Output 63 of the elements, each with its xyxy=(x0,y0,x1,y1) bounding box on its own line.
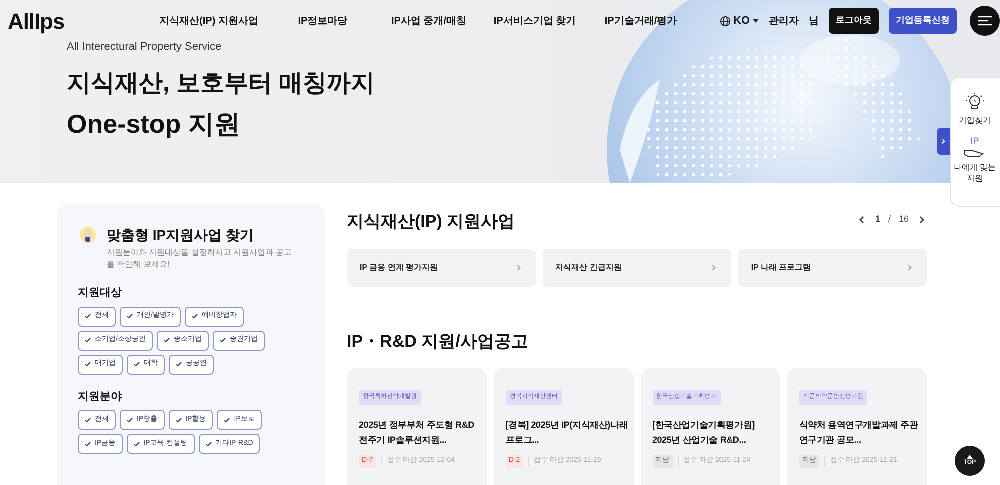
check-icon xyxy=(85,442,91,446)
section-title: IP・R&D 지원/사업공고 xyxy=(347,330,530,352)
notice-title: [한국산업기술기획평가원] 2025년 산업기술 R&D... xyxy=(652,419,756,447)
caret-up-icon xyxy=(967,454,973,458)
total-pages: 16 xyxy=(898,213,909,226)
chevron-right-icon xyxy=(940,138,947,145)
check-icon xyxy=(176,418,182,422)
nav-link[interactable]: IP정보마당 xyxy=(270,14,376,28)
check-icon xyxy=(85,314,91,319)
check-icon xyxy=(220,338,226,343)
program-card[interactable]: 지식재산 긴급지원 xyxy=(542,248,732,286)
next-button[interactable] xyxy=(917,214,927,225)
ip-label: IP xyxy=(970,136,980,147)
nav-link[interactable]: IP사업 중개/매칭 xyxy=(376,14,482,28)
program-card[interactable]: IP 금융 연계 평가지원 xyxy=(347,248,536,286)
chevron-right-icon xyxy=(514,264,523,272)
check-icon xyxy=(127,418,133,422)
check-icon xyxy=(224,418,230,422)
register-button[interactable]: 기업등록신청 xyxy=(889,8,957,34)
quick-link[interactable]: IP 나에게 맞는 지원 xyxy=(952,136,998,184)
page-separator: / xyxy=(888,213,891,226)
program-card[interactable]: IP 나래 프로그램 xyxy=(738,248,927,286)
check-icon xyxy=(134,362,140,367)
check-icon xyxy=(176,362,182,367)
notice-title: 식약처 용역연구개발과제 주관연구기관 공모... xyxy=(799,419,920,447)
hero-subtitle: All Interectural Property Service xyxy=(67,40,223,55)
check-icon xyxy=(85,338,91,343)
panel-toggle[interactable] xyxy=(937,128,950,155)
section-title: 지식재산(IP) 지원사업 xyxy=(347,211,516,233)
nav-link[interactable]: IP서비스기업 찾기 xyxy=(482,14,588,28)
chevron-right-icon xyxy=(710,264,718,272)
check-icon xyxy=(85,362,91,367)
check-icon xyxy=(192,314,198,319)
caret-icon xyxy=(753,19,759,23)
filter-heading: 지원대상 xyxy=(78,286,123,301)
menu-button[interactable] xyxy=(970,6,1000,36)
quick-link[interactable]: 기업찾기 xyxy=(952,92,998,126)
check-icon xyxy=(164,338,170,343)
language-selector[interactable]: KO xyxy=(720,12,759,30)
notice-title: [경북] 2025년 IP(지식재산)나래 프로그... xyxy=(506,419,630,447)
menu-icon xyxy=(978,16,992,26)
hero-title: 지식재산, 보호부터 매칭까지 xyxy=(67,68,376,98)
hero-title: One-stop 지원 xyxy=(67,108,240,140)
chevron-right-icon xyxy=(906,264,914,272)
user-name: 관리자 xyxy=(769,14,799,28)
check-icon xyxy=(127,314,133,319)
current-page: 1 xyxy=(875,213,880,226)
notice-title: 2025년 정부부처 주도형 R&D전주기 IP솔루션지원... xyxy=(359,419,476,447)
user-suffix: 님 xyxy=(809,14,819,28)
lightbulb-icon xyxy=(965,92,985,112)
check-icon xyxy=(85,418,91,422)
check-icon xyxy=(134,442,140,446)
finder-description: 지원분야와 지원대상을 설정하시고 지원사업과 공고를 확인해 보세요! xyxy=(107,247,293,271)
finder-title: 맞춤형 IP지원사업 찾기 xyxy=(107,226,256,245)
globe-icon xyxy=(720,16,730,26)
check-icon xyxy=(206,442,212,446)
filter-heading: 지원분야 xyxy=(78,390,123,404)
logo[interactable]: AllIps xyxy=(8,4,148,38)
lightbulb-icon xyxy=(78,225,98,245)
nav-link[interactable]: IP기술거래/평가 xyxy=(588,14,694,28)
chevron-right-icon xyxy=(917,214,927,225)
nav-link[interactable]: 지식재산(IP) 지원사업 xyxy=(148,14,270,28)
logout-button[interactable]: 로그아웃 xyxy=(829,8,879,34)
